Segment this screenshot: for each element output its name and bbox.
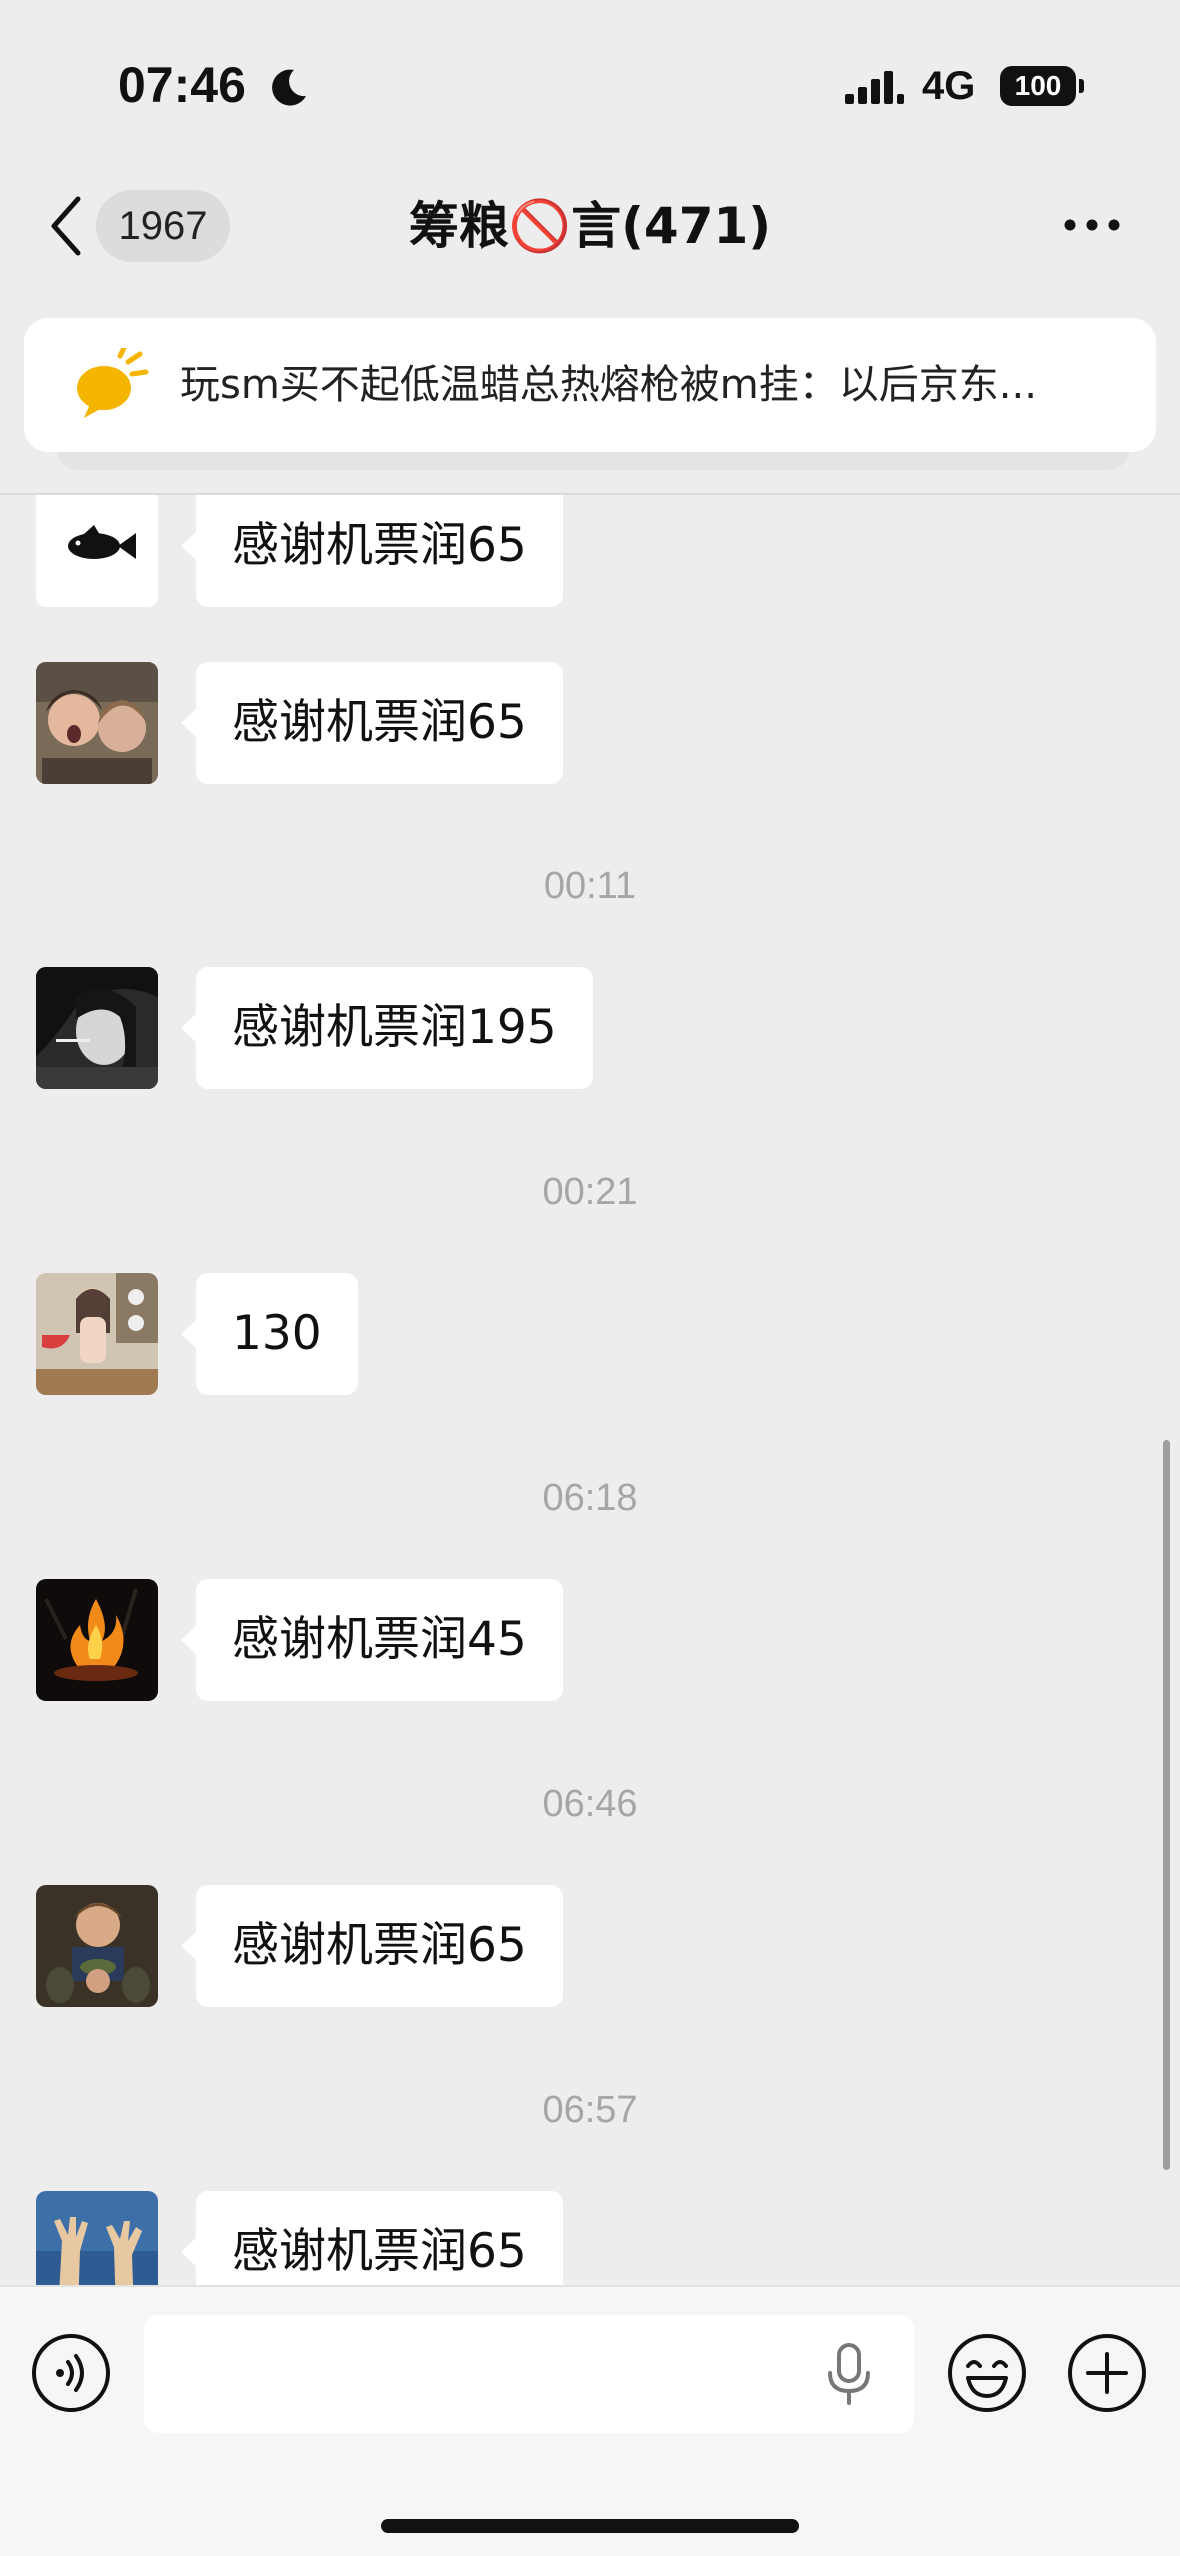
avatar-campfire[interactable] [36,1579,158,1701]
network-type: 4G [922,64,976,108]
message-timestamp: 06:18 [542,1477,638,1519]
message-bubble[interactable]: 感谢机票润45 [181,1579,563,1701]
avatar-fish[interactable] [36,495,158,607]
chat-title: 筹粮🚫言(471) [408,197,772,255]
message-bubble[interactable]: 感谢机票润65 [181,495,563,607]
chat-message-list[interactable]: 感谢机票润65 感谢机票润65 00:11 感谢机票润195 00:21 130… [0,495,1180,2285]
home-indicator[interactable] [381,2519,799,2533]
pinned-notice[interactable]: 玩sm买不起低温蜡总热熔枪被m挂：以后京东... [24,318,1156,452]
message-timestamp: 00:11 [543,865,637,907]
scrollbar[interactable] [1163,1440,1170,2170]
voice-icon[interactable] [30,2332,112,2414]
message-timestamp: 00:21 [542,1171,638,1213]
back-chevron-icon[interactable] [44,195,88,257]
more-icon[interactable] [1064,212,1120,238]
avatar-smoking-girl[interactable] [36,967,158,1089]
moon-icon [272,69,306,106]
emoji-icon[interactable] [946,2332,1028,2414]
status-time: 07:46 [118,57,246,113]
message-timestamp: 06:46 [542,1783,638,1825]
avatar-woman-watermelon[interactable] [36,1273,158,1395]
battery-indicator: 100 [1000,66,1076,106]
message-bubble[interactable]: 感谢机票润65 [181,662,563,784]
message-bubble[interactable]: 感谢机票润195 [181,967,593,1089]
message-bubble[interactable]: 感谢机票润65 [181,2191,563,2285]
avatar-raised-hands[interactable] [36,2191,158,2285]
message-bubble[interactable]: 130 [181,1273,358,1395]
avatar-soldiers[interactable] [36,1885,158,2007]
notice-text: 玩sm买不起低温蜡总热熔枪被m挂：以后京东... [180,362,1037,408]
megaphone-icon [77,348,149,418]
microphone-icon[interactable] [824,2341,874,2407]
input-bar [0,2285,1180,2556]
signal-icon [845,71,904,104]
message-bubble[interactable]: 感谢机票润65 [181,1885,563,2007]
unread-count-badge[interactable]: 1967 [96,190,230,262]
message-timestamp: 06:57 [542,2089,638,2131]
plus-icon[interactable] [1066,2332,1148,2414]
avatar-two-people[interactable] [36,662,158,784]
battery-tip [1079,79,1084,93]
message-input[interactable] [144,2315,914,2433]
